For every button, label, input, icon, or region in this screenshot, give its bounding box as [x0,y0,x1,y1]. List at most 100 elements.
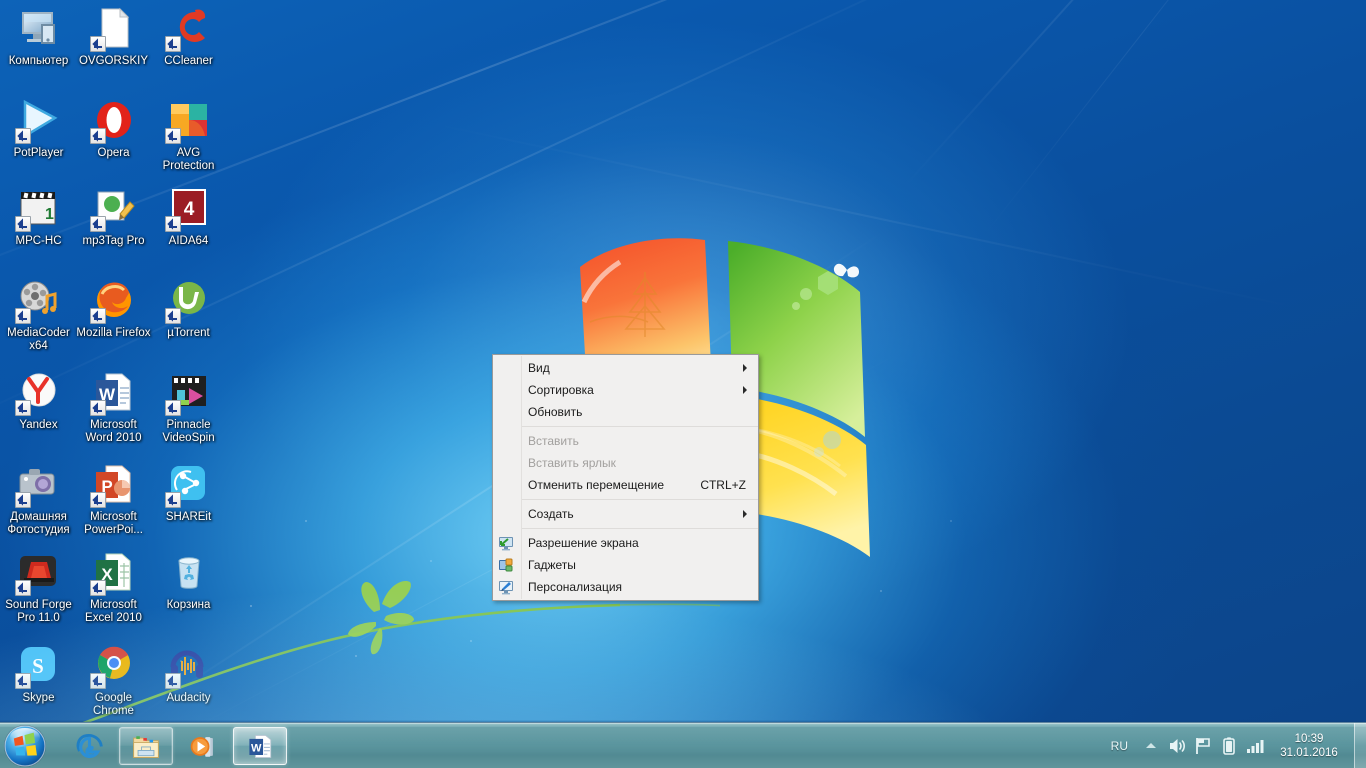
context-menu-item-refresh[interactable]: Обновить [493,401,758,423]
taskbar-button-internet-explorer[interactable]: e [62,727,116,765]
avg-protection-icon [164,96,213,144]
context-menu-separator [522,499,758,500]
desktop-icon-powerpoint[interactable]: P Microsoft PowerPoi... [76,460,151,536]
desktop-icon-label: Audacity [166,692,211,704]
shortcut-arrow-icon [14,216,31,232]
context-menu-item-screen-resolution[interactable]: Разрешение экрана [493,532,758,554]
context-menu-label: Гаджеты [528,558,576,572]
shortcut-arrow-icon [14,580,31,596]
show-hidden-icons-chevron-icon[interactable] [1140,735,1162,757]
desktop-icon-label: mp3Tag Pro [82,235,145,247]
desktop-icon-label: Mozilla Firefox [76,327,151,339]
ccleaner-icon [164,4,213,52]
mediacoder-icon [14,276,63,324]
mpc-hc-icon: 1 [14,184,63,232]
context-menu-separator [522,426,758,427]
desktop-icon-audacity[interactable]: Audacity [151,641,226,705]
ms-word-icon: W [89,368,138,416]
desktop-background[interactable]: Компьютер OVGORSKIY CCleaner PotPlayer O… [0,0,1366,768]
language-indicator[interactable]: RU [1105,736,1134,756]
desktop-icon-label: Корзина [166,599,211,611]
desktop-icon-excel[interactable]: X Microsoft Excel 2010 [76,548,151,624]
shortcut-arrow-icon [14,400,31,416]
desktop-icon-computer[interactable]: Компьютер [1,4,76,68]
desktop-icon-mpc-hc[interactable]: 1 MPC-HC [1,184,76,248]
personalization-icon [498,579,514,595]
gadgets-icon [498,557,514,573]
context-menu-separator [522,528,758,529]
shortcut-arrow-icon [164,673,181,689]
show-desktop-button[interactable] [1354,723,1366,768]
svg-text:W: W [251,742,262,754]
battery-icon[interactable] [1218,735,1240,757]
desktop-icon-ccleaner[interactable]: CCleaner [151,4,226,68]
home-photo-studio-icon [14,460,63,508]
shortcut-arrow-icon [164,400,181,416]
context-menu-item-paste: Вставить [493,430,758,452]
desktop-icon-word[interactable]: W Microsoft Word 2010 [76,368,151,444]
ms-powerpoint-icon: P [89,460,138,508]
desktop-icon-sound-forge[interactable]: Sound Forge Pro 11.0 [1,548,76,624]
network-signal-icon[interactable] [1244,735,1266,757]
taskbar-buttons: e W [62,726,290,766]
desktop-icon-label: µTorrent [167,327,210,339]
desktop-icon-avg-protection[interactable]: AVG Protection [151,96,226,172]
desktop-icon-mediacoder[interactable]: MediaCoder x64 [1,276,76,352]
shortcut-arrow-icon [14,492,31,508]
windows-media-player-icon [190,736,213,757]
taskbar[interactable]: e W RU 10:39 31.01.2016 [0,720,1366,768]
submenu-arrow-icon [743,364,747,372]
context-menu-item-sort[interactable]: Сортировка [493,379,758,401]
desktop-icon-label: SHAREit [165,511,212,523]
windows-start-orb-icon [4,725,46,767]
context-menu-label: Обновить [528,405,583,419]
desktop-icon-label: Opera [97,147,130,159]
shortcut-arrow-icon [89,216,106,232]
desktop-icon-firefox[interactable]: Mozilla Firefox [76,276,151,340]
desktop-icon-label: MediaCoder x64 [7,327,70,352]
taskbar-button-explorer[interactable] [119,727,173,765]
desktop-icon-label: Sound Forge Pro 11.0 [5,599,72,624]
desktop-icon-mp3tag-pro[interactable]: mp3Tag Pro [76,184,151,248]
firefox-icon [89,276,138,324]
shortcut-arrow-icon [14,673,31,689]
desktop-icon-label: AIDA64 [168,235,209,247]
mp3tag-pro-icon [89,184,138,232]
desktop-icon-skype[interactable]: S Skype [1,641,76,705]
desktop-icon-home-photo-studio[interactable]: Домашняя Фотостудия [1,460,76,536]
desktop-icon-opera[interactable]: Opera [76,96,151,160]
context-menu-item-personalization[interactable]: Персонализация [493,576,758,598]
context-menu-item-undo-move[interactable]: Отменить перемещение CTRL+Z [493,474,758,496]
desktop-icon-chrome[interactable]: Google Chrome [76,641,151,717]
taskbar-button-windows-media-player[interactable] [176,727,230,765]
clock[interactable]: 10:39 31.01.2016 [1270,732,1348,760]
desktop-icon-label: Компьютер [8,55,69,67]
desktop-icon-shareit[interactable]: SHAREit [151,460,226,524]
svg-text:4: 4 [183,199,194,220]
desktop-icon-utorrent[interactable]: µTorrent [151,276,226,340]
aida64-icon: 4 [164,184,213,232]
recycle-bin-icon [165,548,213,596]
volume-speaker-icon[interactable] [1166,735,1188,757]
submenu-arrow-icon [743,386,747,394]
desktop-context-menu[interactable]: Вид Сортировка Обновить Вставить Вставит… [492,354,759,601]
context-menu-item-gadgets[interactable]: Гаджеты [493,554,758,576]
shortcut-arrow-icon [89,308,106,324]
taskbar-button-word[interactable]: W [233,727,287,765]
desktop-icon-yandex[interactable]: Yandex [1,368,76,432]
desktop-icon-pinnacle-videospin[interactable]: Pinnacle VideoSpin [151,368,226,444]
desktop-icon-recycle-bin[interactable]: Корзина [151,548,226,612]
context-menu-item-view[interactable]: Вид [493,357,758,379]
context-menu-label: Сортировка [528,383,594,397]
screen-resolution-icon [498,535,514,551]
start-button[interactable] [0,720,54,768]
svg-text:1: 1 [45,206,54,223]
shortcut-arrow-icon [164,128,181,144]
context-menu-label: Разрешение экрана [528,536,639,550]
desktop-icon-potplayer[interactable]: PotPlayer [1,96,76,160]
desktop-icon-aida64[interactable]: 4 AIDA64 [151,184,226,248]
action-center-flag-icon[interactable] [1192,735,1214,757]
shortcut-arrow-icon [89,36,106,52]
desktop-icon-ovgorskiy[interactable]: OVGORSKIY [76,4,151,68]
context-menu-item-new[interactable]: Создать [493,503,758,525]
